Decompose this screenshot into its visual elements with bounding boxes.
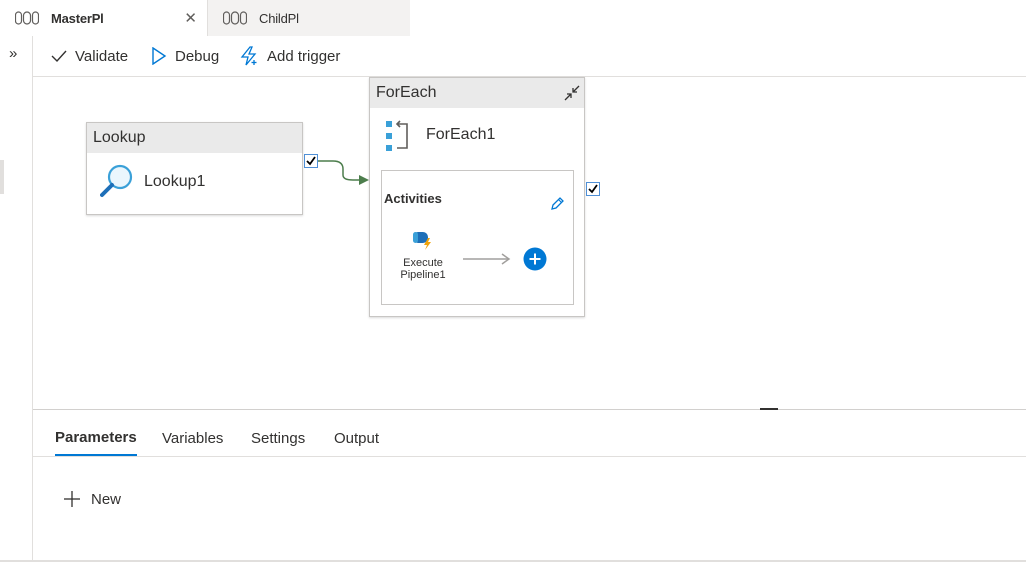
splitter-grip[interactable] bbox=[760, 408, 778, 410]
checkmark-icon bbox=[51, 50, 67, 63]
inner-activity-name-line1: Execute bbox=[403, 257, 443, 269]
checkmark-icon bbox=[306, 156, 316, 166]
success-output-checkbox[interactable] bbox=[586, 182, 600, 196]
tab-label: Settings bbox=[251, 429, 306, 447]
tab-variables[interactable]: Variables bbox=[162, 420, 223, 456]
inner-activities-container[interactable]: Activities Execute Pipeline1 bbox=[381, 170, 574, 305]
foreach-activity[interactable]: ForEach ForEach1 Activities Execute Pipe… bbox=[369, 77, 585, 317]
tab-parameters[interactable]: Parameters bbox=[55, 420, 137, 456]
toolbar: Validate Debug Add trigger bbox=[33, 36, 1026, 77]
tab-strip: MasterPl ✕ ChildPl bbox=[0, 0, 1026, 37]
activity-type-label: ForEach bbox=[376, 84, 437, 101]
pipeline-icon bbox=[223, 11, 247, 25]
tab-settings[interactable]: Settings bbox=[251, 420, 305, 456]
left-rail: » bbox=[0, 36, 33, 562]
activities-heading: Activities bbox=[384, 191, 442, 206]
tab-label: MasterPl bbox=[51, 10, 104, 26]
tab-output[interactable]: Output bbox=[334, 420, 379, 456]
pipeline-canvas[interactable]: Lookup Lookup1 ForEach ForEach1 Activiti… bbox=[33, 77, 1026, 409]
add-trigger-label: Add trigger bbox=[267, 47, 341, 65]
debug-button[interactable]: Debug bbox=[151, 36, 219, 76]
tab-label: Variables bbox=[162, 429, 224, 447]
expand-chevron-icon[interactable]: » bbox=[9, 45, 17, 62]
edit-pencil-icon[interactable] bbox=[549, 196, 565, 212]
checkmark-icon bbox=[588, 184, 598, 194]
foreach-icon bbox=[386, 120, 408, 151]
plus-icon bbox=[64, 491, 80, 507]
tab-label: Parameters bbox=[55, 428, 137, 446]
lookup-activity[interactable]: Lookup Lookup1 bbox=[86, 122, 303, 215]
new-parameter-button[interactable]: New bbox=[63, 487, 121, 511]
add-activity-plus-icon[interactable] bbox=[523, 247, 547, 271]
execute-pipeline-icon[interactable] bbox=[411, 229, 435, 251]
debug-label: Debug bbox=[175, 47, 220, 65]
pipeline-icon bbox=[15, 11, 39, 25]
search-icon bbox=[100, 164, 133, 197]
collapse-icon[interactable] bbox=[562, 83, 582, 103]
tab-childpl[interactable]: ChildPl bbox=[208, 0, 410, 36]
activity-name: Lookup1 bbox=[144, 173, 206, 190]
new-label: New bbox=[91, 490, 122, 508]
success-connector[interactable] bbox=[311, 157, 373, 187]
close-icon[interactable]: ✕ bbox=[184, 9, 197, 27]
activity-type-label: Lookup bbox=[93, 129, 146, 146]
activity-name: ForEach1 bbox=[426, 126, 496, 143]
properties-tabs: Parameters Variables Settings Output bbox=[33, 420, 1026, 457]
add-connector-arrow bbox=[463, 253, 511, 265]
tab-label: Output bbox=[334, 429, 380, 447]
validate-button[interactable]: Validate bbox=[51, 36, 128, 76]
add-trigger-button[interactable]: Add trigger bbox=[239, 36, 340, 76]
activity-type-header: Lookup bbox=[87, 123, 302, 153]
panel-splitter[interactable] bbox=[33, 409, 1026, 410]
tab-label: ChildPl bbox=[259, 10, 299, 26]
success-output-checkbox[interactable] bbox=[304, 154, 318, 168]
inner-activity-name-line2: Pipeline1 bbox=[400, 269, 446, 281]
validate-label: Validate bbox=[75, 47, 129, 65]
tab-masterpl[interactable]: MasterPl ✕ bbox=[0, 0, 208, 36]
play-icon bbox=[152, 47, 167, 65]
lightning-icon bbox=[240, 46, 257, 66]
activity-type-header: ForEach bbox=[370, 78, 584, 108]
rail-handle[interactable] bbox=[0, 160, 4, 194]
